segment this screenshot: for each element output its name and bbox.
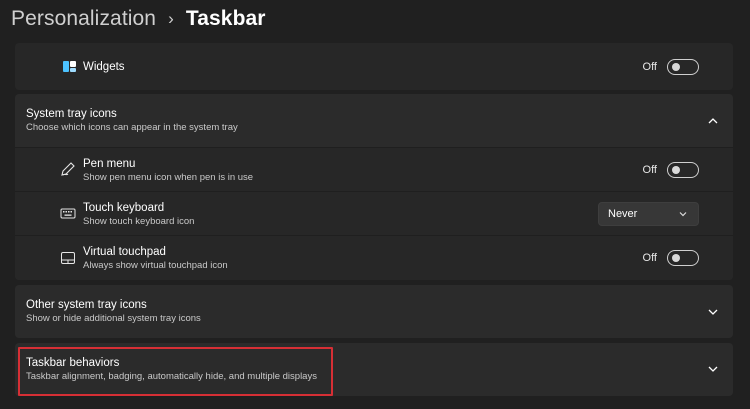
virtual-touchpad-title: Virtual touchpad <box>83 246 166 258</box>
system-tray-description: Choose which icons can appear in the sys… <box>26 122 238 133</box>
pen-icon <box>61 162 75 176</box>
touch-keyboard-select[interactable]: Never <box>598 202 699 226</box>
breadcrumb-personalization[interactable]: Personalization <box>11 7 156 31</box>
widgets-icon <box>63 61 76 72</box>
pen-menu-description: Show pen menu icon when pen is in use <box>83 172 254 183</box>
touch-keyboard-description: Show touch keyboard icon <box>83 216 195 227</box>
other-tray-description: Show or hide additional system tray icon… <box>26 313 201 324</box>
taskbar-behaviors-title: Taskbar behaviors <box>26 357 120 369</box>
virtual-touchpad-toggle-state: Off <box>642 252 657 264</box>
settings-page: Personalization › Taskbar Widgets Off Sy… <box>0 0 750 409</box>
breadcrumb: Personalization › Taskbar <box>11 4 266 34</box>
pen-menu-row: Pen menu Show pen menu icon when pen is … <box>15 148 733 191</box>
chevron-up-icon[interactable] <box>707 115 719 127</box>
widgets-toggle-state: Off <box>642 61 657 73</box>
virtual-touchpad-row: Virtual touchpad Always show virtual tou… <box>15 236 733 280</box>
widgets-toggle[interactable] <box>667 59 699 75</box>
taskbar-behaviors-description: Taskbar alignment, badging, automaticall… <box>26 371 317 382</box>
other-tray-title: Other system tray icons <box>26 299 147 311</box>
chevron-down-icon[interactable] <box>707 363 719 375</box>
system-tray-title: System tray icons <box>26 108 117 120</box>
widgets-row: Widgets Off <box>15 43 733 90</box>
breadcrumb-separator: › <box>168 9 174 28</box>
virtual-touchpad-description: Always show virtual touchpad icon <box>83 260 228 271</box>
widgets-label: Widgets <box>83 61 125 73</box>
page-title: Taskbar <box>185 7 266 30</box>
pen-menu-title: Pen menu <box>83 158 136 170</box>
system-tray-header[interactable]: System tray icons Choose which icons can… <box>15 94 733 147</box>
touch-keyboard-title: Touch keyboard <box>83 202 165 214</box>
pen-menu-toggle-state: Off <box>642 164 657 176</box>
touch-keyboard-select-value: Never <box>608 208 638 220</box>
touch-keyboard-row: Touch keyboard Show touch keyboard icon … <box>15 192 733 235</box>
other-tray-section[interactable]: Other system tray icons Show or hide add… <box>15 285 733 338</box>
virtual-touchpad-toggle[interactable] <box>667 250 699 266</box>
chevron-down-icon <box>679 212 687 217</box>
keyboard-icon <box>60 208 76 219</box>
touchpad-icon <box>61 252 75 264</box>
system-tray-section: System tray icons Choose which icons can… <box>15 94 733 280</box>
chevron-down-icon[interactable] <box>707 306 719 318</box>
taskbar-behaviors-section[interactable]: Taskbar behaviors Taskbar alignment, bad… <box>15 343 733 396</box>
pen-menu-toggle[interactable] <box>667 162 699 178</box>
